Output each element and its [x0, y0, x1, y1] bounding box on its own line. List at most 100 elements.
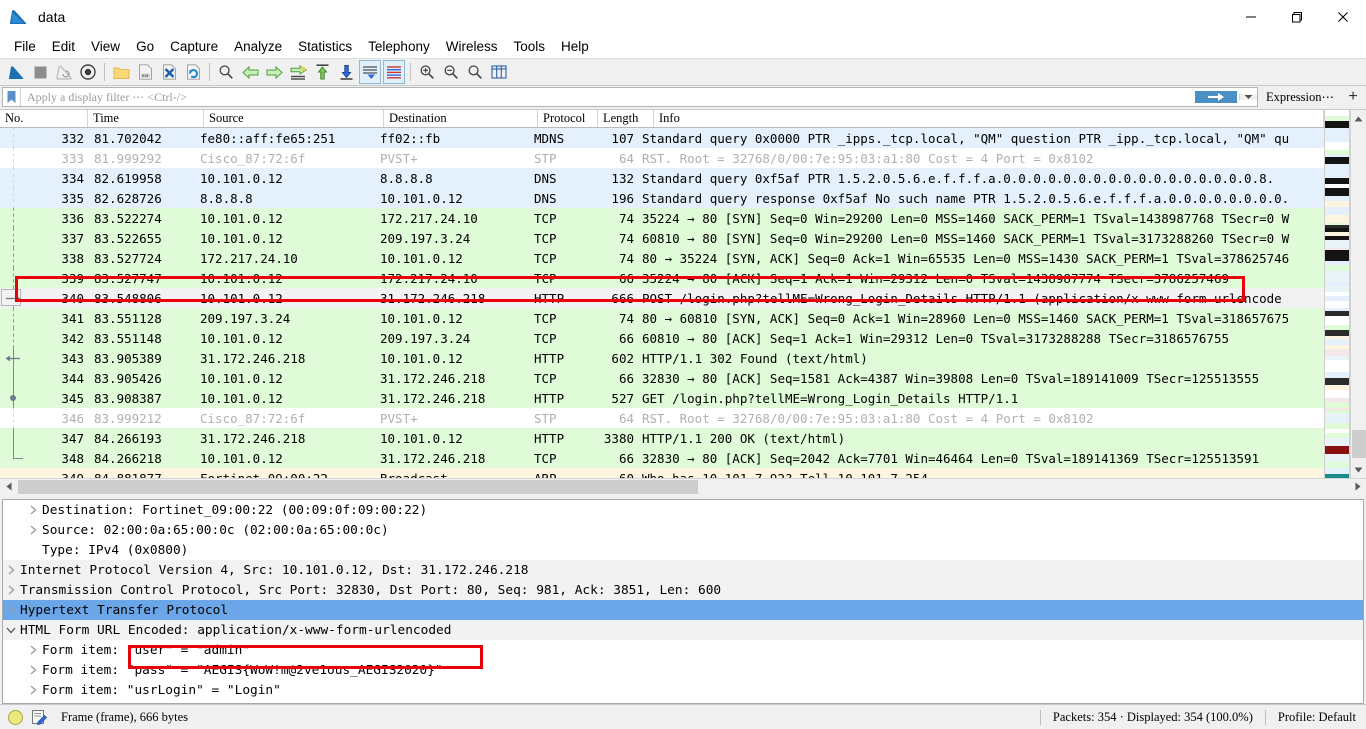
- filter-expression-button[interactable]: Expression⋯: [1258, 87, 1342, 107]
- table-row[interactable]: 341 83.551128 209.197.3.24 10.101.0.12 TCP 74…: [0, 308, 1324, 328]
- detail-tree-row[interactable]: HTML Form URL Encoded: application/x-www…: [3, 620, 1363, 640]
- close-button[interactable]: [1320, 0, 1366, 34]
- detail-tree-row[interactable]: Hypertext Transfer Protocol: [3, 600, 1363, 620]
- detail-tree-row[interactable]: Destination: Fortinet_09:00:22 (00:09:0f…: [3, 500, 1363, 520]
- go-back-icon[interactable]: [239, 60, 261, 84]
- apply-filter-button[interactable]: [1194, 91, 1237, 103]
- resize-columns-icon[interactable]: [488, 60, 510, 84]
- detail-tree-row[interactable]: Form item: "user" = "admin": [3, 640, 1363, 660]
- auto-scroll-icon[interactable]: [359, 60, 381, 84]
- column-header-info[interactable]: Info: [654, 110, 1324, 127]
- save-file-icon[interactable]: 010: [134, 60, 156, 84]
- packet-list-horizontal-scrollbar[interactable]: [0, 478, 1366, 494]
- stop-capture-icon[interactable]: [29, 60, 51, 84]
- chevron-right-icon[interactable]: [25, 525, 41, 535]
- column-header-time[interactable]: Time: [88, 110, 204, 127]
- table-row[interactable]: 349 84.881877 Fortinet_09:00:22 Broadcast AR…: [0, 468, 1324, 478]
- open-file-icon[interactable]: [110, 60, 132, 84]
- table-row[interactable]: 338 83.527724 172.217.24.10 10.101.0.12 TCP 7…: [0, 248, 1324, 268]
- menu-view[interactable]: View: [83, 36, 128, 57]
- scroll-track[interactable]: [1351, 127, 1366, 461]
- table-row[interactable]: 346 83.999212 Cisco_87:72:6f PVST+ STP 64 RST.…: [0, 408, 1324, 428]
- go-to-last-packet-icon[interactable]: [335, 60, 357, 84]
- start-capture-icon[interactable]: [5, 60, 27, 84]
- table-row[interactable]: 334 82.619958 10.101.0.12 8.8.8.8 DNS 132 Stan…: [0, 168, 1324, 188]
- scroll-thumb[interactable]: [1352, 430, 1366, 458]
- chevron-right-icon[interactable]: [3, 565, 19, 575]
- packet-detail-pane[interactable]: Destination: Fortinet_09:00:22 (00:09:0f…: [2, 499, 1364, 704]
- column-header-no[interactable]: No.: [0, 110, 88, 127]
- capture-options-icon[interactable]: [77, 60, 99, 84]
- detail-tree-row[interactable]: Type: IPv4 (0x0800): [3, 540, 1363, 560]
- search-input[interactable]: Apply a display filter ⋯ <Ctrl-/>: [21, 90, 1195, 105]
- go-forward-icon[interactable]: [263, 60, 285, 84]
- colorize-packets-icon[interactable]: [383, 60, 405, 84]
- menu-file[interactable]: File: [6, 36, 44, 57]
- chevron-down-icon[interactable]: [1238, 94, 1257, 100]
- scroll-down-icon[interactable]: [1350, 461, 1366, 478]
- chevron-down-icon[interactable]: [3, 627, 19, 634]
- expert-info-yellow-icon[interactable]: [8, 709, 23, 725]
- scroll-right-icon[interactable]: [1349, 479, 1366, 495]
- packet-rows-container[interactable]: 332 81.702042 fe80::aff:fe65:251 ff02::fb MD…: [0, 128, 1324, 478]
- bookmark-icon[interactable]: [3, 88, 21, 106]
- zoom-out-icon[interactable]: [440, 60, 462, 84]
- chevron-right-icon[interactable]: [25, 645, 41, 655]
- chevron-right-icon[interactable]: [25, 665, 41, 675]
- menu-statistics[interactable]: Statistics: [290, 36, 360, 57]
- minimize-button[interactable]: [1228, 0, 1274, 34]
- column-header-protocol[interactable]: Protocol: [538, 110, 598, 127]
- detail-tree-row[interactable]: Form item: "usrLogin" = "Login": [3, 680, 1363, 700]
- menu-edit[interactable]: Edit: [44, 36, 83, 57]
- table-row[interactable]: 336 83.522274 10.101.0.12 172.217.24.10 TCP 7…: [0, 208, 1324, 228]
- menu-wireless[interactable]: Wireless: [438, 36, 506, 57]
- scroll-left-icon[interactable]: [0, 479, 17, 495]
- detail-tree-row[interactable]: Transmission Control Protocol, Src Port:…: [3, 580, 1363, 600]
- menu-analyze[interactable]: Analyze: [226, 36, 290, 57]
- column-header-length[interactable]: Length: [598, 110, 654, 127]
- chevron-right-icon[interactable]: [3, 585, 19, 595]
- column-header-destination[interactable]: Destination: [384, 110, 538, 127]
- table-row[interactable]: 342 83.551148 10.101.0.12 209.197.3.24 TCP 66…: [0, 328, 1324, 348]
- menu-tools[interactable]: Tools: [505, 36, 553, 57]
- close-file-icon[interactable]: [158, 60, 180, 84]
- column-header-source[interactable]: Source: [204, 110, 384, 127]
- menu-go[interactable]: Go: [128, 36, 162, 57]
- menu-capture[interactable]: Capture: [162, 36, 226, 57]
- zoom-reset-icon[interactable]: [464, 60, 486, 84]
- restart-capture-icon[interactable]: [53, 60, 75, 84]
- table-row[interactable]: 343 83.905389 31.172.246.218 10.101.0.12 HTT…: [0, 348, 1324, 368]
- table-row[interactable]: 337 83.522655 10.101.0.12 209.197.3.24 TCP 74…: [0, 228, 1324, 248]
- packet-list-vertical-scrollbar[interactable]: [1350, 110, 1366, 478]
- detail-tree-row[interactable]: Internet Protocol Version 4, Src: 10.101…: [3, 560, 1363, 580]
- status-profile-text[interactable]: Profile: Default: [1278, 710, 1356, 725]
- capture-comment-icon[interactable]: [31, 709, 47, 725]
- menu-help[interactable]: Help: [553, 36, 597, 57]
- table-row[interactable]: 347 84.266193 31.172.246.218 10.101.0.12 HTT…: [0, 428, 1324, 448]
- packet-detail-tree[interactable]: Destination: Fortinet_09:00:22 (00:09:0f…: [3, 500, 1363, 700]
- scroll-up-icon[interactable]: [1350, 110, 1366, 127]
- table-row[interactable]: 335 82.628726 8.8.8.8 10.101.0.12 DNS 196 Stan…: [0, 188, 1324, 208]
- table-row[interactable]: 333 81.999292 Cisco_87:72:6f PVST+ STP 64 RST.…: [0, 148, 1324, 168]
- table-row[interactable]: 344 83.905426 10.101.0.12 31.172.246.218 TCP…: [0, 368, 1324, 388]
- display-filter-input-wrap[interactable]: Apply a display filter ⋯ <Ctrl-/>: [2, 87, 1258, 107]
- hscroll-thumb[interactable]: [18, 480, 698, 494]
- table-row[interactable]: 340 83.548806 10.101.0.12 31.172.246.218 HTT…: [0, 288, 1324, 308]
- find-packet-icon[interactable]: [215, 60, 237, 84]
- chevron-right-icon[interactable]: [25, 505, 41, 515]
- table-row[interactable]: 345 83.908387 10.101.0.12 31.172.246.218 HTT…: [0, 388, 1324, 408]
- add-filter-button[interactable]: +: [1342, 87, 1364, 107]
- detail-tree-row[interactable]: Form item: "pass" = "AEGIS{WoW!m@2ve1ous…: [3, 660, 1363, 680]
- go-to-packet-icon[interactable]: [287, 60, 309, 84]
- go-to-first-packet-icon[interactable]: [311, 60, 333, 84]
- table-row[interactable]: 339 83.527747 10.101.0.12 172.217.24.10 TCP 6…: [0, 268, 1324, 288]
- table-row[interactable]: 348 84.266218 10.101.0.12 31.172.246.218 TCP…: [0, 448, 1324, 468]
- chevron-right-icon[interactable]: [3, 605, 19, 615]
- reload-file-icon[interactable]: [182, 60, 204, 84]
- table-row[interactable]: 332 81.702042 fe80::aff:fe65:251 ff02::fb MD…: [0, 128, 1324, 148]
- menu-telephony[interactable]: Telephony: [360, 36, 438, 57]
- chevron-right-icon[interactable]: [25, 685, 41, 695]
- zoom-in-icon[interactable]: [416, 60, 438, 84]
- maximize-button[interactable]: [1274, 0, 1320, 34]
- detail-tree-row[interactable]: Source: 02:00:0a:65:00:0c (02:00:0a:65:0…: [3, 520, 1363, 540]
